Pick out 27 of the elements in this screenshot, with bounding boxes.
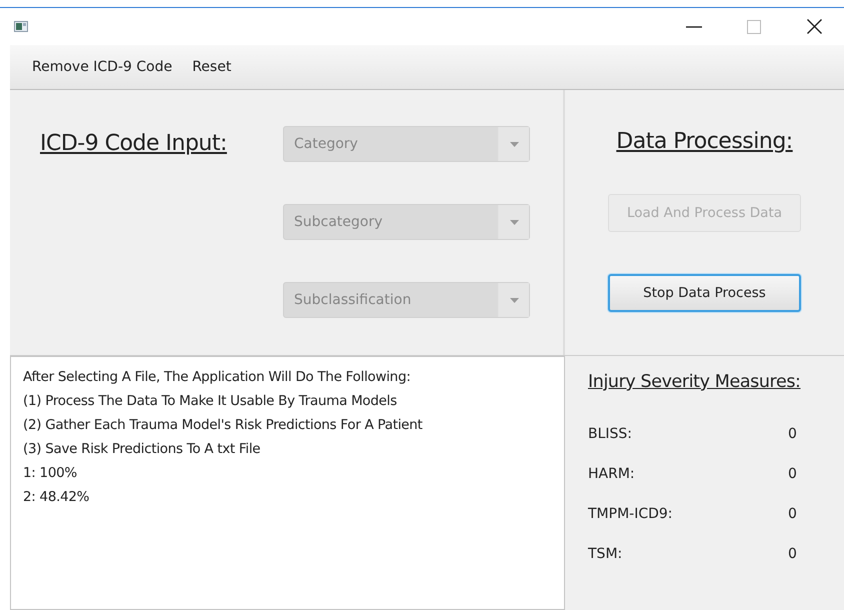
- section-title: ICD-9 Code Input:: [40, 130, 228, 158]
- section-title: Injury Severity Measures:: [588, 372, 802, 392]
- measure-value: 0: [788, 426, 797, 442]
- app-icon: [14, 21, 28, 32]
- caret-icon: [510, 298, 518, 302]
- measure-value: 0: [788, 506, 797, 522]
- action-button[interactable]: Stop Data Process: [608, 274, 801, 312]
- measure-label: TMPM-ICD9:: [588, 506, 674, 522]
- menu-item[interactable]: Reset: [182, 55, 242, 79]
- caret-icon: [510, 142, 518, 146]
- log-line: (1) Process The Data To Make It Usable By Trauma Models: [23, 392, 398, 411]
- log-text-area[interactable]: [10, 356, 565, 610]
- minimize-icon[interactable]: [686, 26, 702, 28]
- measure-label: HARM:: [588, 466, 636, 482]
- close-icon[interactable]: [806, 19, 822, 34]
- section-title: Data Processing:: [616, 128, 793, 156]
- log-line: 2: 48.42%: [23, 488, 90, 507]
- measure-value: 0: [788, 466, 797, 482]
- log-line: 1: 100%: [23, 464, 78, 483]
- log-line: (3) Save Risk Predictions To A txt File: [23, 440, 262, 459]
- caret-icon: [510, 220, 518, 224]
- log-line: (2) Gather Each Trauma Model's Risk Predictions For A Patient: [23, 416, 424, 435]
- measure-label: TSM:: [588, 546, 624, 562]
- log-line: After Selecting A File, The Application Will Do The Following:: [23, 368, 412, 387]
- measure-label: BLISS:: [588, 426, 634, 442]
- measure-value: 0: [788, 546, 797, 562]
- menu-item[interactable]: Remove ICD-9 Code: [22, 55, 182, 79]
